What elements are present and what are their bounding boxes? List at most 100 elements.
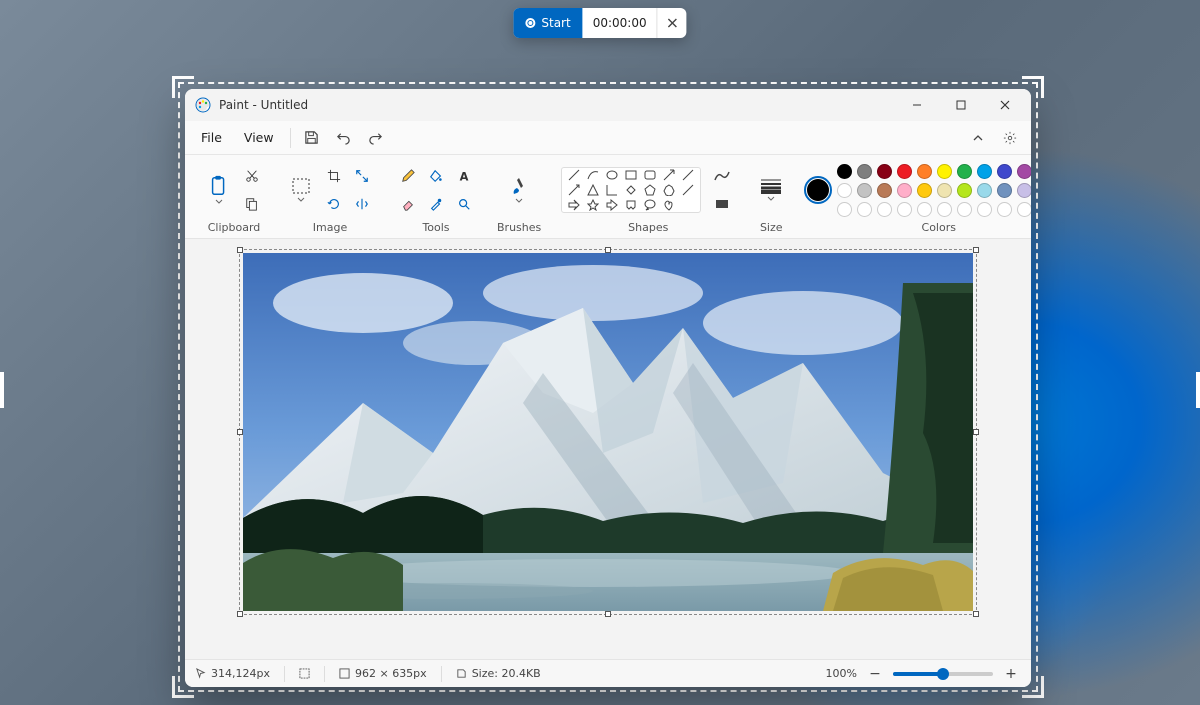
cursor-icon	[195, 668, 206, 679]
color-swatch[interactable]	[1017, 183, 1031, 198]
color-swatch[interactable]	[997, 164, 1012, 179]
svg-text:A: A	[460, 169, 469, 183]
color-swatch[interactable]	[917, 164, 932, 179]
color-swatch[interactable]	[977, 164, 992, 179]
custom-color-slot[interactable]	[997, 202, 1012, 217]
save-button[interactable]	[297, 124, 327, 152]
eraser-tool[interactable]	[395, 191, 421, 217]
color-swatch[interactable]	[937, 164, 952, 179]
record-icon	[525, 18, 535, 28]
chevron-down-icon	[767, 196, 775, 201]
menu-file[interactable]: File	[191, 126, 232, 149]
statusbar: 314,124px 962 × 635px Size: 20.4KB 100% …	[185, 659, 1031, 687]
custom-color-slot[interactable]	[877, 202, 892, 217]
group-label-colors: Colors	[922, 218, 956, 238]
shapes-gallery[interactable]	[561, 167, 701, 213]
selection-handle[interactable]	[237, 611, 243, 617]
color-swatch[interactable]	[897, 164, 912, 179]
group-label-shapes: Shapes	[628, 218, 668, 238]
selection-handle[interactable]	[605, 611, 611, 617]
color-swatch[interactable]	[917, 183, 932, 198]
zoom-out-button[interactable]: −	[865, 664, 885, 684]
fill-tool[interactable]	[423, 163, 449, 189]
color-swatch[interactable]	[997, 183, 1012, 198]
flip-button[interactable]	[349, 191, 375, 217]
chevron-down-icon	[297, 197, 305, 202]
custom-color-slot[interactable]	[837, 202, 852, 217]
file-size: Size: 20.4KB	[456, 667, 541, 680]
text-tool[interactable]: A	[451, 163, 477, 189]
size-button[interactable]	[755, 168, 787, 212]
shape-outline-button[interactable]	[709, 163, 735, 189]
redo-button[interactable]	[361, 124, 391, 152]
ribbon-group-image: Image	[277, 159, 383, 238]
color-swatch[interactable]	[957, 183, 972, 198]
selection-handle[interactable]	[973, 247, 979, 253]
ribbon-group-tools: A Tools	[387, 159, 485, 238]
color-swatch[interactable]	[957, 164, 972, 179]
record-start-button[interactable]: Start	[513, 8, 582, 38]
color-swatch[interactable]	[977, 183, 992, 198]
selection-handle[interactable]	[237, 247, 243, 253]
color-swatch[interactable]	[937, 183, 952, 198]
color-picker-tool[interactable]	[423, 191, 449, 217]
paste-button[interactable]	[203, 168, 235, 212]
capture-edge-right[interactable]	[1196, 372, 1200, 408]
window-minimize-button[interactable]	[895, 89, 939, 121]
selection-handle[interactable]	[973, 611, 979, 617]
zoom-slider[interactable]	[893, 672, 993, 676]
window-close-button[interactable]	[983, 89, 1027, 121]
custom-color-slot[interactable]	[897, 202, 912, 217]
window-title: Paint - Untitled	[219, 98, 308, 112]
shape-fill-button[interactable]	[709, 191, 735, 217]
custom-color-slot[interactable]	[977, 202, 992, 217]
zoom-level: 100%	[826, 667, 857, 680]
color-swatch[interactable]	[897, 183, 912, 198]
rotate-button[interactable]	[321, 191, 347, 217]
magnifier-tool[interactable]	[451, 191, 477, 217]
undo-button[interactable]	[329, 124, 359, 152]
brushes-button[interactable]	[503, 168, 535, 212]
group-label-clipboard: Clipboard	[208, 218, 261, 238]
group-label-size: Size	[760, 218, 783, 238]
crop-button[interactable]	[321, 163, 347, 189]
canvas-selection[interactable]	[243, 253, 973, 611]
color-palette	[837, 162, 1031, 217]
paint-app-icon	[195, 97, 211, 113]
color-swatch[interactable]	[1017, 164, 1031, 179]
custom-color-slot[interactable]	[1017, 202, 1031, 217]
chevron-down-icon	[215, 199, 223, 204]
color-swatch[interactable]	[837, 183, 852, 198]
disk-icon	[456, 668, 467, 679]
color-swatch[interactable]	[857, 183, 872, 198]
custom-color-slot[interactable]	[957, 202, 972, 217]
canvas-dimensions: 962 × 635px	[339, 667, 427, 680]
cut-button[interactable]	[239, 163, 265, 189]
selection-handle[interactable]	[237, 429, 243, 435]
record-close-button[interactable]	[657, 8, 687, 38]
custom-color-slot[interactable]	[917, 202, 932, 217]
selection-handle[interactable]	[605, 247, 611, 253]
custom-color-slot[interactable]	[937, 202, 952, 217]
titlebar[interactable]: Paint - Untitled	[185, 89, 1031, 121]
paint-window: Paint - Untitled File View	[185, 89, 1031, 687]
custom-color-slot[interactable]	[857, 202, 872, 217]
copy-button[interactable]	[239, 191, 265, 217]
color-swatch[interactable]	[857, 164, 872, 179]
ribbon-collapse-button[interactable]	[963, 124, 993, 152]
color2-swatch[interactable]	[807, 179, 829, 201]
pencil-tool[interactable]	[395, 163, 421, 189]
color-swatch[interactable]	[877, 164, 892, 179]
menu-view[interactable]: View	[234, 126, 284, 149]
selection-handle[interactable]	[973, 429, 979, 435]
zoom-in-button[interactable]: +	[1001, 664, 1021, 684]
color-swatch[interactable]	[837, 164, 852, 179]
resize-button[interactable]	[349, 163, 375, 189]
color-swatch[interactable]	[877, 183, 892, 198]
menubar: File View	[185, 121, 1031, 155]
settings-button[interactable]	[995, 124, 1025, 152]
canvas-area[interactable]	[185, 239, 1031, 659]
capture-edge-left[interactable]	[0, 372, 4, 408]
window-maximize-button[interactable]	[939, 89, 983, 121]
select-button[interactable]	[285, 168, 317, 212]
